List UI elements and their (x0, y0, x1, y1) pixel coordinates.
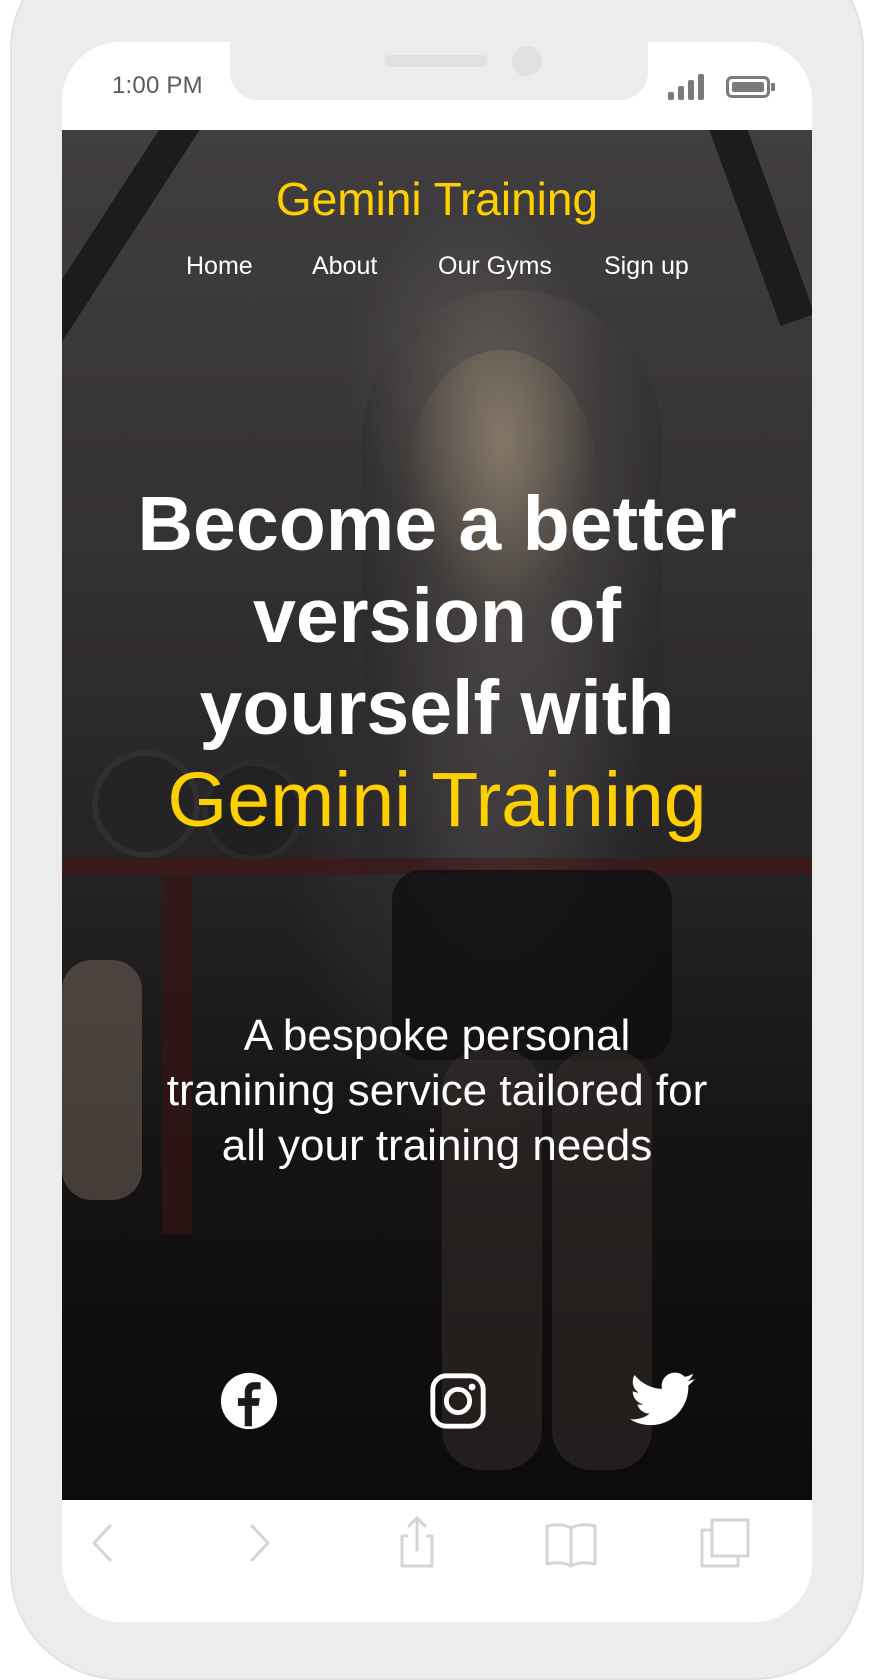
nav-home-link[interactable]: Home (186, 252, 253, 281)
subtext-line: tranining service tailored for (166, 1066, 708, 1115)
nav-sign-up-link[interactable]: Sign up (604, 252, 689, 281)
hero-section: Gemini Training Home About Our Gyms Sign… (62, 130, 812, 1500)
brand-logo[interactable]: Gemini Training (62, 172, 812, 226)
instagram-icon[interactable] (427, 1370, 489, 1432)
headline-line: Become a better (137, 481, 737, 567)
social-links (62, 1370, 812, 1440)
signal-icon (668, 72, 710, 100)
hero-subtext: A bespoke personal tranining service tai… (122, 1008, 752, 1173)
back-arrow-icon[interactable] (76, 1516, 130, 1570)
headline-line: yourself with (199, 665, 675, 751)
bookmarks-icon[interactable] (544, 1516, 598, 1570)
speaker-grille (384, 55, 488, 67)
browser-toolbar (62, 1500, 812, 1590)
main-nav: Home About Our Gyms Sign up (62, 252, 812, 292)
headline-line: version of (253, 573, 621, 659)
share-icon[interactable] (390, 1516, 444, 1570)
twitter-icon[interactable] (630, 1370, 696, 1432)
battery-icon (726, 76, 775, 98)
forward-arrow-icon[interactable] (232, 1516, 286, 1570)
nav-about-link[interactable]: About (312, 252, 377, 281)
tabs-icon[interactable] (698, 1516, 752, 1570)
nav-our-gyms-link[interactable]: Our Gyms (438, 252, 552, 281)
facebook-icon[interactable] (218, 1370, 280, 1432)
headline-accent: Gemini Training (167, 757, 707, 843)
status-time: 1:00 PM (112, 72, 203, 99)
subtext-line: all your training needs (221, 1121, 653, 1170)
hero-headline: Become a better version of yourself with… (62, 478, 812, 846)
front-camera (512, 46, 542, 76)
subtext-line: A bespoke personal (243, 1011, 631, 1060)
